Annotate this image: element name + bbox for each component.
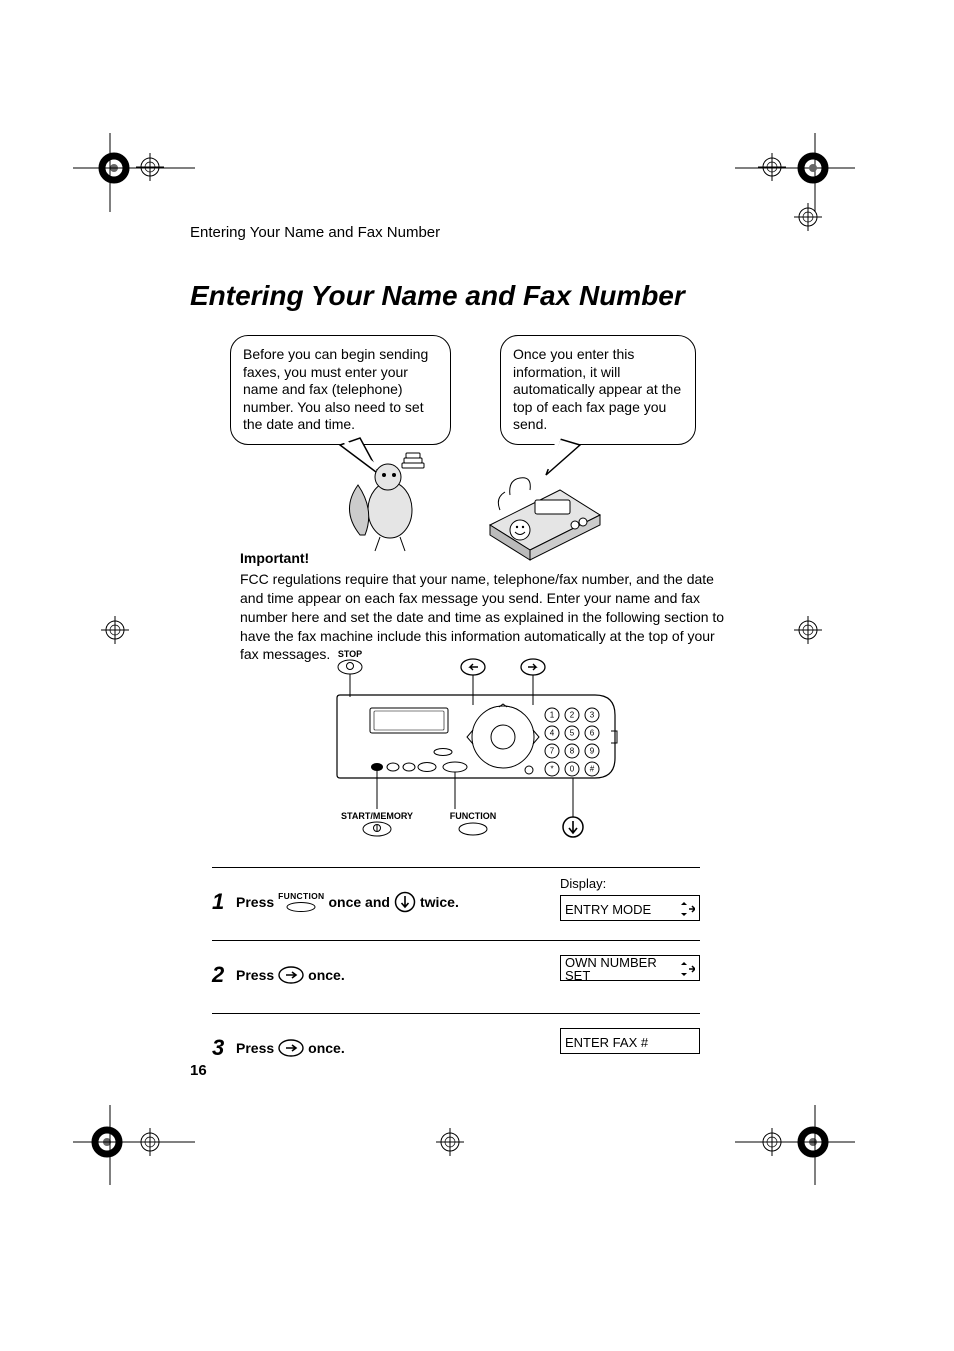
display-arrows-icon [677, 902, 695, 916]
page-number: 16 [190, 1062, 207, 1079]
text-once: once. [308, 1040, 345, 1056]
control-panel-diagram: STOP [315, 645, 645, 840]
page-title: Entering Your Name and Fax Number [190, 280, 685, 312]
right-arrow-key-icon [278, 1039, 304, 1057]
step-2: 2 Press once. OWN NUMBER SET [212, 940, 700, 1013]
step-number: 3 [212, 1035, 236, 1061]
svg-text:8: 8 [570, 747, 575, 756]
svg-text:1: 1 [550, 711, 555, 720]
text-press: Press [236, 967, 274, 983]
right-arrow-key-icon [278, 966, 304, 984]
manual-page: Entering Your Name and Fax Number Enteri… [0, 0, 954, 1351]
bubble-illustrations [230, 335, 700, 565]
function-key-icon: FUNCTION [278, 892, 324, 912]
display-arrows-icon [677, 962, 695, 976]
diagram-function-label: FUNCTION [450, 811, 497, 821]
svg-text:0: 0 [570, 765, 575, 774]
display-text: ENTRY MODE [565, 903, 651, 916]
text-press: Press [236, 1040, 274, 1056]
step-number: 1 [212, 889, 236, 915]
text-once-and: once and [328, 894, 389, 910]
display-box: OWN NUMBER SET [560, 955, 700, 981]
svg-text:3: 3 [590, 711, 595, 720]
step-number: 2 [212, 962, 236, 988]
svg-text:*: * [550, 765, 553, 774]
step-2-display: OWN NUMBER SET [560, 955, 700, 981]
step-3-display: ENTER FAX # [560, 1028, 700, 1054]
speech-bubbles: Before you can begin sending faxes, you … [230, 335, 700, 545]
running-header: Entering Your Name and Fax Number [190, 224, 440, 241]
display-text: ENTER FAX # [565, 1036, 648, 1049]
step-3: 3 Press once. ENTER FAX # [212, 1013, 700, 1086]
text-twice: twice. [420, 894, 459, 910]
down-arrow-key-icon [394, 891, 416, 913]
diagram-startmemory-label: START/MEMORY [341, 811, 413, 821]
function-key-label: FUNCTION [278, 892, 324, 901]
svg-text:5: 5 [570, 729, 575, 738]
keypad: 1 2 3 4 5 6 7 8 9 * 0 # [545, 708, 599, 776]
svg-text:7: 7 [550, 747, 555, 756]
diagram-stop-label: STOP [338, 649, 362, 659]
steps-list: 1 Press FUNCTION once and twice. Display… [212, 867, 700, 1086]
display-label: Display: [560, 876, 700, 891]
svg-text:6: 6 [590, 729, 595, 738]
text-press: Press [236, 894, 274, 910]
text-once: once. [308, 967, 345, 983]
step-1: 1 Press FUNCTION once and twice. Display… [212, 867, 700, 940]
svg-text:9: 9 [590, 747, 595, 756]
step-1-display: Display: ENTRY MODE [560, 876, 700, 921]
display-text: OWN NUMBER SET [565, 956, 677, 982]
display-box: ENTER FAX # [560, 1028, 700, 1054]
important-label: Important! [240, 549, 730, 568]
svg-text:2: 2 [570, 711, 575, 720]
svg-text:4: 4 [550, 729, 555, 738]
svg-text:#: # [590, 765, 595, 774]
display-box: ENTRY MODE [560, 895, 700, 921]
